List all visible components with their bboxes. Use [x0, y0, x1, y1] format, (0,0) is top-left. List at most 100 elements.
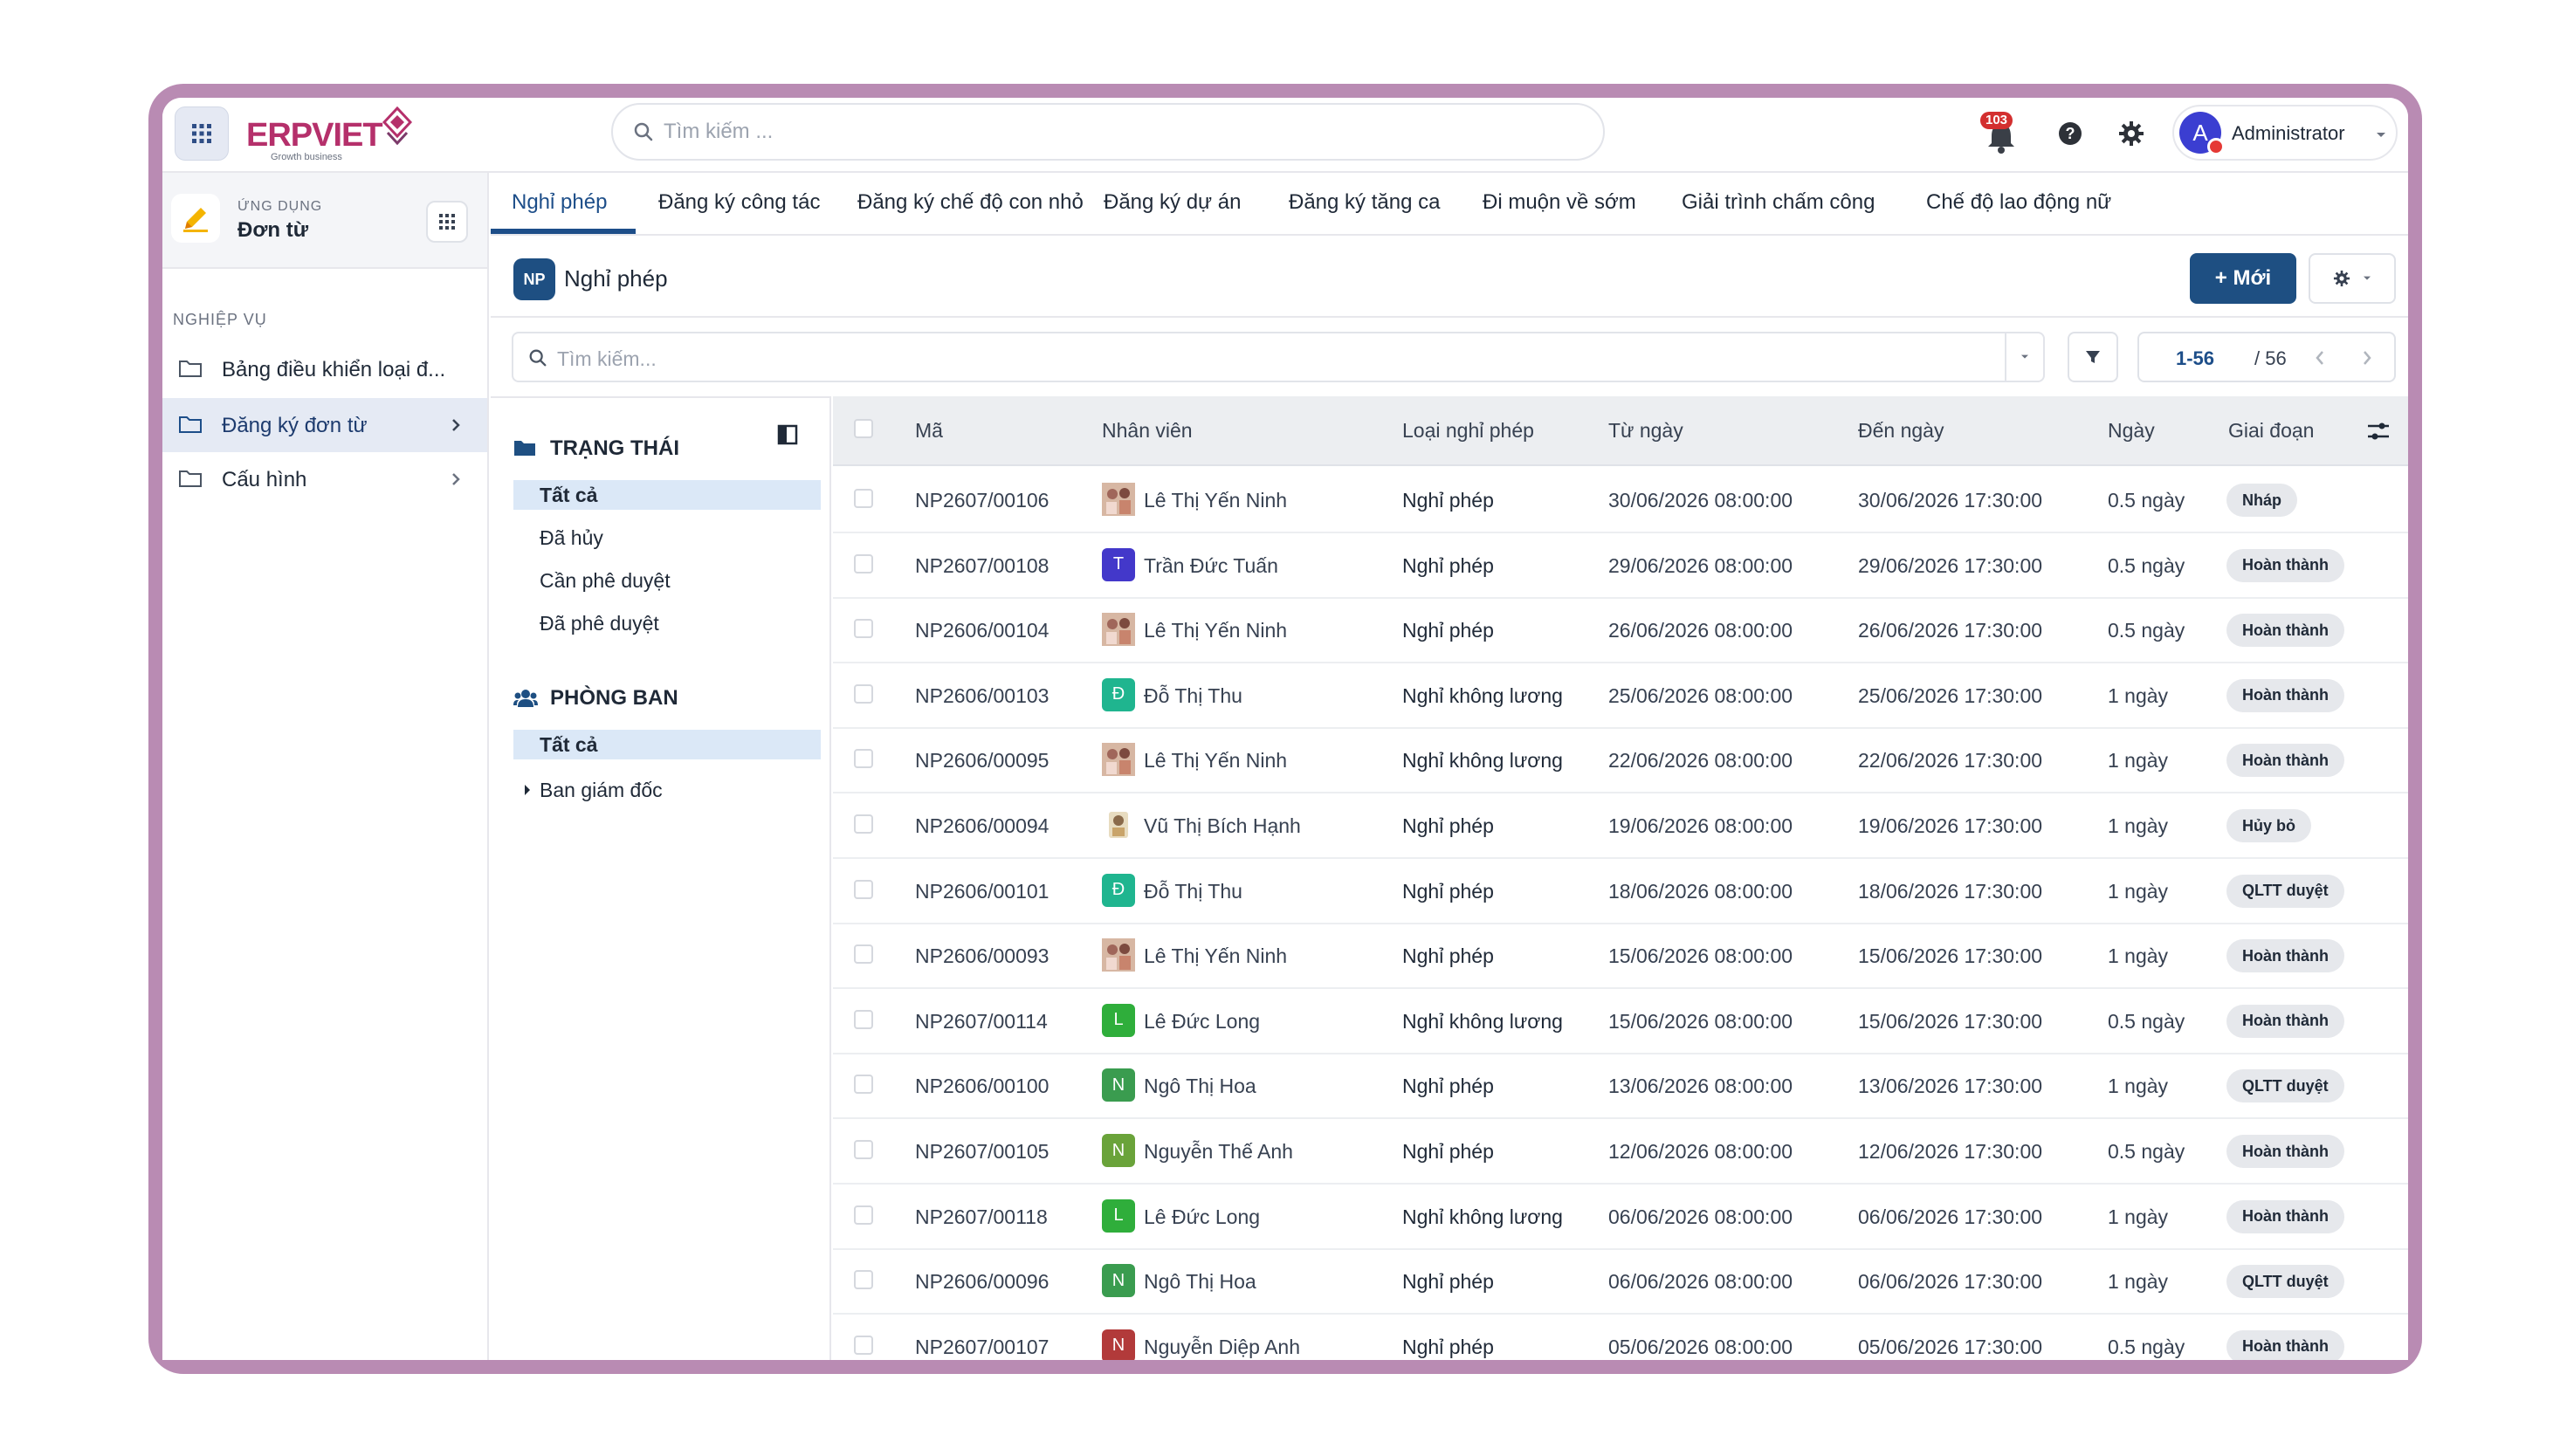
- column-header-days[interactable]: Ngày: [2108, 419, 2155, 443]
- erpviet-logo[interactable]: ERPVIET Growth business: [246, 103, 421, 164]
- chevron-right-icon[interactable]: [2361, 349, 2373, 367]
- new-button[interactable]: + Mới: [2190, 253, 2296, 304]
- status-filter-all[interactable]: Tất cả: [513, 480, 821, 510]
- filter-button[interactable]: [2068, 332, 2118, 382]
- cell-employee: Ngô Thị Hoa: [1144, 1270, 1256, 1294]
- row-checkbox[interactable]: [854, 683, 873, 704]
- status-badge: QLTT duyệt: [2226, 1069, 2344, 1103]
- select-all-checkbox[interactable]: [854, 419, 873, 438]
- collapse-panel-icon[interactable]: [777, 424, 798, 445]
- svg-text:?: ?: [2066, 125, 2075, 142]
- tab-di-muon-ve-som[interactable]: Đi muộn về sớm: [1483, 190, 1636, 215]
- column-header-employee[interactable]: Nhân viên: [1102, 419, 1193, 443]
- avatar-initial: T: [1112, 554, 1125, 574]
- table-row[interactable]: NP2606/00104 Lê Thị Yến Ninh Nghỉ phép 26/0…: [833, 598, 2408, 664]
- table-row[interactable]: NP2606/00101 Đ Đỗ Thị Thu Nghỉ phép 18/06/20…: [833, 859, 2408, 924]
- sidebar-item-config[interactable]: Cấu hình: [162, 452, 487, 506]
- column-settings-icon[interactable]: [2366, 419, 2391, 443]
- cell-employee: Trần Đức Tuấn: [1144, 553, 1278, 577]
- table-row[interactable]: NP2606/00096 N Ngô Thị Hoa Nghỉ phép 06/06/2…: [833, 1249, 2408, 1315]
- column-header-from-date[interactable]: Từ ngày: [1608, 419, 1683, 443]
- table-row[interactable]: NP2606/00094 Vũ Thị Bích Hạnh Nghỉ phép 19/…: [833, 793, 2408, 859]
- cell-employee: Lê Thị Yến Ninh: [1144, 749, 1288, 773]
- row-checkbox[interactable]: [854, 944, 873, 965]
- cell-leave-type: Nghỉ phép: [1402, 879, 1494, 903]
- list-search-input[interactable]: Tìm kiếm...: [512, 332, 2045, 382]
- column-header-code[interactable]: Mã: [915, 419, 943, 443]
- pager-range[interactable]: 1-56: [2176, 347, 2214, 370]
- pager-total: / 56: [2254, 347, 2287, 369]
- table-row[interactable]: NP2607/00118 L Lê Đức Long Nghỉ không lương…: [833, 1185, 2408, 1250]
- row-checkbox[interactable]: [854, 1140, 873, 1159]
- avatar: L: [1102, 1198, 1135, 1233]
- table-row[interactable]: NP2606/00095 Lê Thị Yến Ninh Nghỉ không lư…: [833, 728, 2408, 794]
- status-filter-cancelled[interactable]: Đã hủy: [513, 523, 821, 553]
- column-header-stage[interactable]: Giai đoạn: [2228, 419, 2314, 443]
- tab-che-do-lao-dong-nu[interactable]: Chế độ lao động nữ: [1926, 190, 2111, 215]
- cell-from-date: 06/06/2026 08:00:00: [1608, 1270, 1793, 1294]
- cell-days: 1 ngày: [2108, 879, 2169, 903]
- cell-code: NP2606/00100: [915, 1075, 1050, 1098]
- cell-code: NP2607/00118: [915, 1205, 1048, 1228]
- table-row[interactable]: NP2606/00100 N Ngô Thị Hoa Nghỉ phép 13/06/2…: [833, 1054, 2408, 1120]
- sidebar-item-dashboard[interactable]: Bảng điều khiển loại đ...: [162, 342, 487, 396]
- cell-to-date: 25/06/2026 17:30:00: [1858, 683, 2043, 707]
- tab-dang-ky-tang-ca[interactable]: Đăng ký tăng ca: [1289, 190, 1440, 215]
- table-row[interactable]: NP2607/00114 L Lê Đức Long Nghỉ không lương…: [833, 989, 2408, 1054]
- department-filter-board[interactable]: Ban giám đốc: [513, 775, 821, 805]
- cell-code: NP2607/00107: [915, 1335, 1050, 1358]
- table-row[interactable]: NP2607/00106 Lê Thị Yến Ninh Nghỉ phép 30/0…: [833, 468, 2408, 533]
- column-header-to-date[interactable]: Đến ngày: [1858, 419, 1944, 443]
- table-row[interactable]: NP2607/00108 T Trần Đức Tuấn Nghỉ phép 29/06…: [833, 533, 2408, 599]
- table-row[interactable]: NP2606/00093 Lê Thị Yến Ninh Nghỉ phép 15/0…: [833, 924, 2408, 990]
- search-options-toggle[interactable]: [2005, 333, 2043, 381]
- chevron-left-icon[interactable]: [2314, 349, 2326, 367]
- user-menu[interactable]: A Administrator: [2172, 105, 2398, 161]
- photo-avatar-icon: [1102, 938, 1135, 972]
- row-checkbox[interactable]: [854, 619, 873, 639]
- tab-che-do-con-nho[interactable]: Đăng ký chế độ con nhỏ: [857, 190, 1084, 215]
- row-checkbox[interactable]: [854, 1270, 873, 1290]
- department-filter-all[interactable]: Tất cả: [513, 730, 821, 759]
- cell-to-date: 05/06/2026 17:30:00: [1858, 1335, 2043, 1358]
- photo-avatar-icon: [1102, 483, 1135, 516]
- avatar-initial: N: [1111, 1336, 1125, 1356]
- list-settings-button[interactable]: [2309, 253, 2396, 304]
- cell-days: 0.5 ngày: [2108, 1335, 2185, 1358]
- column-header-leave-type[interactable]: Loại nghỉ phép: [1402, 419, 1534, 443]
- table-row[interactable]: NP2606/00103 Đ Đỗ Thị Thu Nghỉ không lương 2…: [833, 663, 2408, 729]
- cell-to-date: 13/06/2026 17:30:00: [1858, 1075, 2043, 1098]
- cell-leave-type: Nghỉ phép: [1402, 944, 1494, 968]
- row-checkbox[interactable]: [854, 1205, 873, 1225]
- notifications-button[interactable]: 103: [1980, 112, 2024, 159]
- table-row[interactable]: NP2607/00107 N Nguyễn Diệp Anh Nghỉ phép 05/…: [833, 1315, 2408, 1360]
- row-checkbox[interactable]: [854, 749, 873, 769]
- cell-from-date: 18/06/2026 08:00:00: [1608, 879, 1793, 903]
- row-checkbox[interactable]: [854, 1009, 873, 1029]
- cell-leave-type: Nghỉ không lương: [1402, 749, 1563, 773]
- row-checkbox[interactable]: [854, 1335, 873, 1355]
- global-search-input[interactable]: Tìm kiếm ...: [611, 103, 1605, 161]
- tab-dang-ky-cong-tac[interactable]: Đăng ký công tác: [658, 190, 820, 215]
- sidebar-item-register[interactable]: Đăng ký đơn từ: [162, 398, 487, 452]
- help-icon[interactable]: ?: [2055, 119, 2085, 148]
- app-switcher-button[interactable]: [426, 201, 468, 243]
- row-checkbox[interactable]: [854, 553, 873, 573]
- status-badge: Hoàn thành: [2226, 614, 2344, 648]
- tab-nghi-phep[interactable]: Nghỉ phép: [512, 190, 607, 215]
- row-checkbox[interactable]: [854, 489, 873, 508]
- tab-dang-ky-du-an[interactable]: Đăng ký dự án: [1104, 190, 1242, 215]
- tab-giai-trinh-cham-cong[interactable]: Giải trình chấm công: [1682, 190, 1875, 215]
- search-icon: [529, 349, 547, 367]
- table-row[interactable]: NP2607/00105 N Nguyễn Thế Anh Nghỉ phép 12/0…: [833, 1119, 2408, 1185]
- cell-employee: Lê Đức Long: [1144, 1009, 1261, 1033]
- app-window: ERPVIET Growth business Tìm kiếm ... 103: [162, 98, 2408, 1360]
- status-filter-to-approve[interactable]: Cần phê duyệt: [513, 566, 821, 595]
- row-checkbox[interactable]: [854, 814, 873, 834]
- avatar: L: [1102, 1003, 1135, 1037]
- status-filter-approved[interactable]: Đã phê duyệt: [513, 608, 821, 638]
- app-launcher-button[interactable]: [175, 106, 229, 161]
- settings-gear-icon[interactable]: [2116, 119, 2146, 148]
- row-checkbox[interactable]: [854, 1075, 873, 1095]
- row-checkbox[interactable]: [854, 879, 873, 899]
